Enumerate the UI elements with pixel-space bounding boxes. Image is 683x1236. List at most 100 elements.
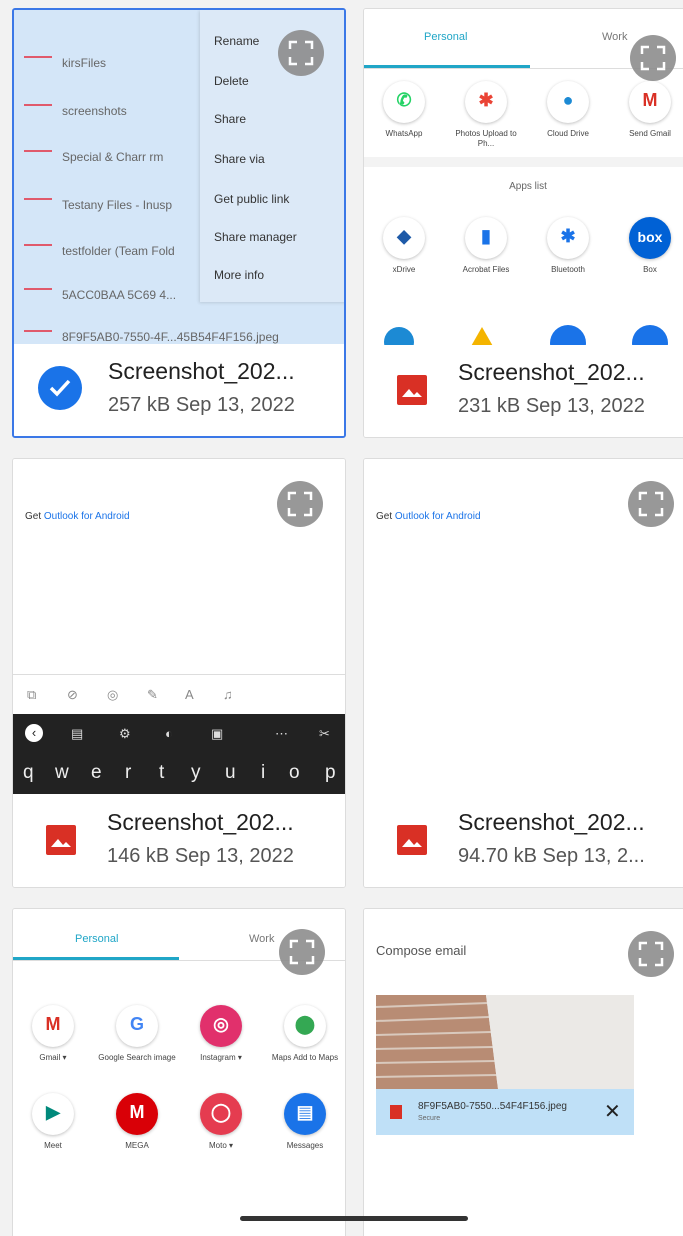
app-mega: M MEGA (97, 1093, 177, 1151)
mega-icon: M (116, 1093, 158, 1135)
tab-indicator (13, 957, 179, 960)
key: q (23, 762, 34, 783)
app-photos: ✱ Photos Upload to Ph... (446, 81, 526, 149)
more-icon: ⋯ (275, 726, 288, 741)
app-gmail: M Send Gmail (610, 81, 683, 139)
list-item: Testany Files - Inusp (24, 190, 204, 230)
compose-toolbar: ⧉ ⊘ ◎ ✎ A ♫ (13, 674, 345, 714)
expand-icon[interactable] (279, 929, 325, 975)
file-thumbnail: Personal Work ✆ WhatsApp ✱ Photos Upload t… (364, 9, 683, 347)
file-thumbnail: Compose email 8F9F5AB0-7550...54F4F156.j… (364, 909, 683, 1236)
moto-icon: ◯ (200, 1093, 242, 1135)
image-file-icon (46, 825, 76, 855)
menu-item-delete: Delete (214, 74, 249, 88)
expand-icon[interactable] (630, 35, 676, 81)
app-icon-partial (384, 327, 414, 347)
key: t (159, 762, 165, 783)
check-icon[interactable] (38, 366, 82, 410)
attachment-chip: 8F9F5AB0-7550...54F4F156.jpeg Secure ✕ (376, 1089, 634, 1135)
key: e (91, 762, 102, 783)
list-item: screenshots (24, 96, 204, 136)
key: y (191, 762, 201, 783)
divider (364, 157, 683, 167)
camera-icon: ◎ (107, 687, 119, 702)
app-icon-partial (632, 325, 668, 347)
whatsapp-icon: ✆ (383, 81, 425, 123)
pen-icon: ✎ (147, 687, 158, 702)
clipboard-icon: ▤ (71, 726, 84, 741)
file-info: Screenshot_202... 146 kB Sep 13, 2022 (13, 795, 345, 887)
compose-title: Compose email (376, 943, 467, 958)
menu-item-share: Share (214, 112, 247, 126)
menu-item-share-via: Share via (214, 152, 265, 166)
format-icon: A (185, 687, 194, 702)
mic-icon: ♫ (223, 687, 233, 702)
list-item: kirsFiles (24, 48, 204, 88)
file-name: Screenshot_202... (458, 359, 645, 385)
app-meet: ▶ Meet (13, 1093, 93, 1151)
screen-icon: ▣ (211, 726, 224, 741)
tab-work: Work (249, 933, 275, 945)
keyboard: ‹ ▤ ⚙ ◐ ▣ ⋯ ✂ q w e r t y u i o p (13, 714, 345, 794)
meet-icon: ▶ (32, 1093, 74, 1135)
paperclip-icon: ⊘ (67, 687, 78, 702)
file-meta: 94.70 kB Sep 13, 2... (458, 845, 645, 867)
file-card-1[interactable]: kirsFiles screenshots Special & Charr rm… (12, 8, 346, 438)
image-file-icon (390, 1105, 402, 1119)
email-body-text: Get Outlook for Android (25, 511, 130, 522)
file-card-6[interactable]: Compose email 8F9F5AB0-7550...54F4F156.j… (363, 908, 683, 1236)
back-icon: ‹ (25, 724, 43, 742)
expand-icon[interactable] (628, 481, 674, 527)
file-card-5[interactable]: Personal Work M Gmail ▾ G Google Search im… (12, 908, 346, 1236)
list-item: 5ACC0BAA 5C69 4... (24, 280, 204, 320)
cloud-icon: ● (547, 81, 589, 123)
key: i (261, 762, 266, 783)
app-instagram: ◎ Instagram ▾ (181, 1005, 261, 1063)
box-icon: box (629, 217, 671, 259)
file-meta: 257 kB Sep 13, 2022 (108, 394, 295, 416)
file-info: Screenshot_202... 231 kB Sep 13, 2022 (364, 345, 683, 437)
outlook-link: Outlook for Android (43, 511, 130, 522)
app-gmail: M Gmail ▾ (13, 1005, 93, 1063)
app-google: G Google Search image (97, 1005, 177, 1063)
mic-off-icon: ✂ (319, 726, 330, 741)
close-icon[interactable]: ✕ (604, 1099, 621, 1124)
file-card-3[interactable]: Get Outlook for Android ⧉ ⊘ ◎ ✎ A ♫ ‹ ▤ … (12, 458, 346, 888)
maps-icon: ⬤ (284, 1005, 326, 1047)
drive-icon (466, 327, 498, 347)
menu-item-public-link: Get public link (214, 192, 290, 206)
key: p (325, 762, 336, 783)
file-name: Screenshot_202... (108, 358, 295, 384)
tab-personal: Personal (424, 31, 468, 43)
gmail-icon: M (629, 81, 671, 123)
messages-icon: ▤ (284, 1093, 326, 1135)
file-info: Screenshot_202... 257 kB Sep 13, 2022 (14, 344, 344, 436)
gmail-icon: M (32, 1005, 74, 1047)
file-thumbnail: Get Outlook for Android ⧉ ⊘ ◎ ✎ A ♫ ‹ ▤ … (13, 459, 345, 797)
file-meta: 231 kB Sep 13, 2022 (458, 395, 645, 417)
xdrive-icon: ◆ (383, 217, 425, 259)
menu-item-share-manager: Share manager (214, 230, 297, 244)
menu-item-rename: Rename (214, 34, 260, 48)
attachment-name: 8F9F5AB0-7550...54F4F156.jpeg (418, 1101, 567, 1112)
home-indicator[interactable] (240, 1216, 468, 1221)
list-item: testfolder (Team Fold (24, 236, 204, 276)
file-card-4[interactable]: Get Outlook for Android Screenshot_202..… (363, 458, 683, 888)
image-file-icon (397, 825, 427, 855)
file-thumbnail: Personal Work M Gmail ▾ G Google Search im… (13, 909, 345, 1236)
app-messages: ▤ Messages (265, 1093, 345, 1151)
file-thumbnail: Get Outlook for Android (364, 459, 683, 797)
file-info: Screenshot_202... 94.70 kB Sep 13, 2... (364, 795, 683, 887)
app-moto: ◯ Moto ▾ (181, 1093, 261, 1151)
expand-icon[interactable] (277, 481, 323, 527)
photos-icon: ✱ (465, 81, 507, 123)
expand-icon[interactable] (628, 931, 674, 977)
tab-work: Work (602, 31, 628, 43)
list-item: Special & Charr rm (24, 142, 204, 182)
image-file-icon (397, 375, 427, 405)
expand-icon[interactable] (278, 30, 324, 76)
file-thumbnail: kirsFiles screenshots Special & Charr rm… (14, 10, 344, 348)
file-card-2[interactable]: Personal Work ✆ WhatsApp ✱ Photos Upload t… (363, 8, 683, 438)
palette-icon: ◐ (165, 726, 173, 741)
apps-list-title: Apps list (509, 181, 547, 192)
